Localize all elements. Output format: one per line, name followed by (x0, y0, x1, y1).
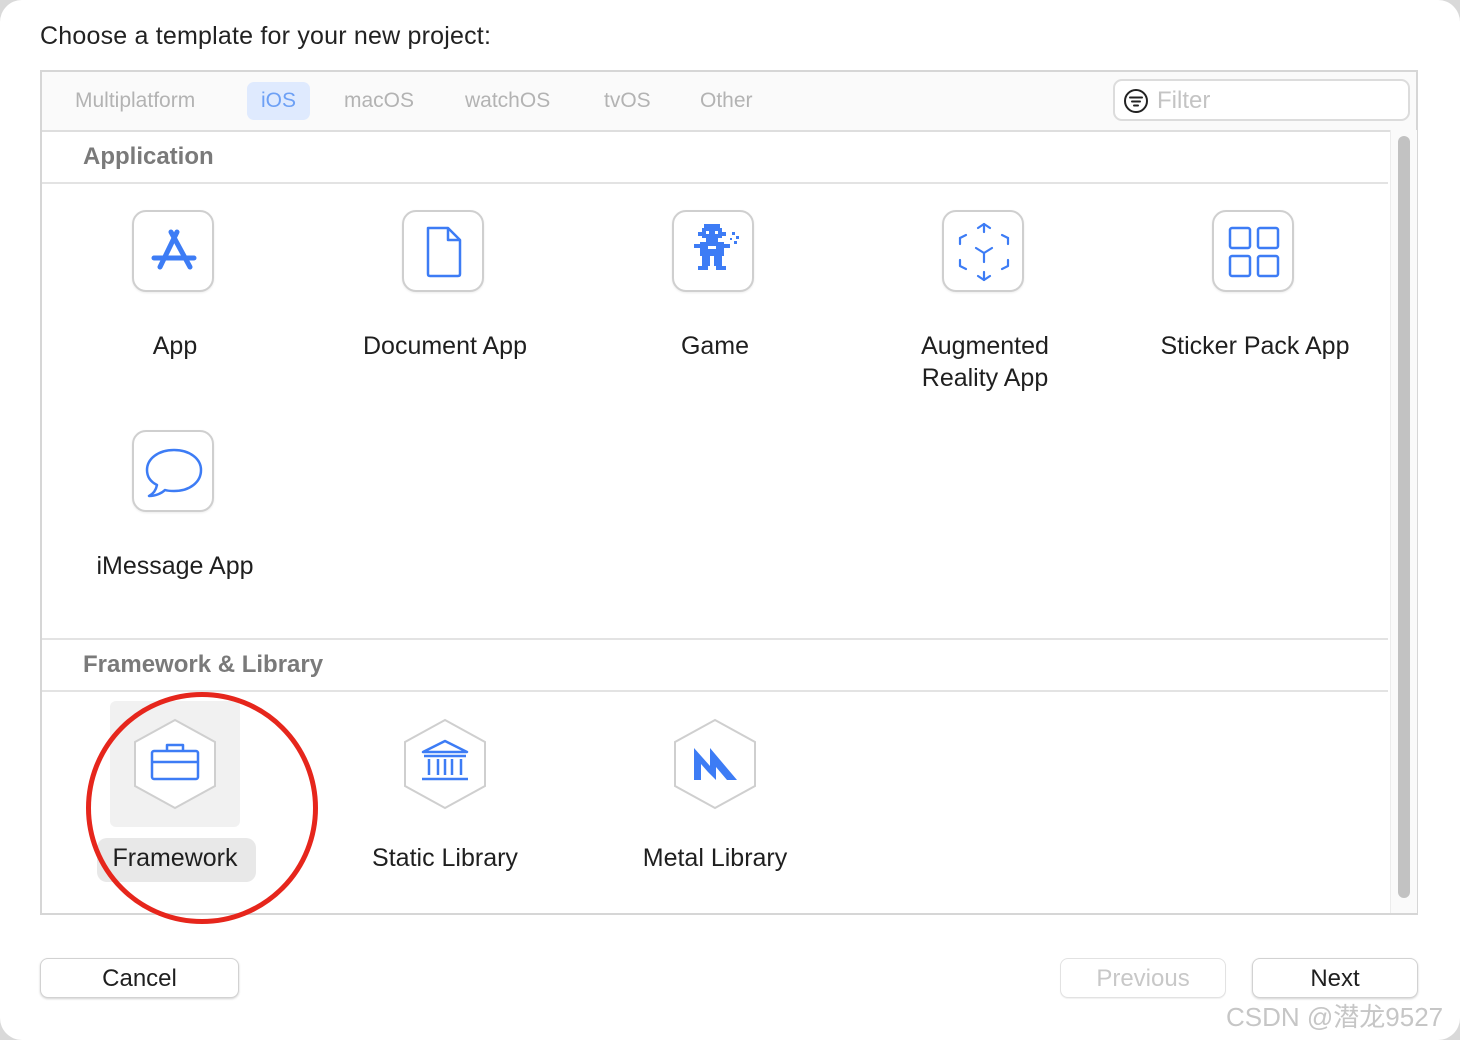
template-label: iMessage App (96, 552, 254, 580)
section-title: Application (83, 143, 214, 170)
grid-icon (1212, 210, 1294, 292)
document-icon (402, 210, 484, 292)
annotation-circle (86, 692, 318, 924)
next-button[interactable]: Next (1252, 958, 1418, 998)
tab-macos[interactable]: macOS (330, 82, 428, 120)
template-label: Metal Library (642, 844, 788, 872)
template-sticker-pack-app[interactable]: Sticker Pack App (1140, 210, 1370, 370)
template-metal-library[interactable]: Metal Library (600, 717, 830, 877)
speech-bubble-icon (132, 430, 214, 512)
metal-icon (672, 717, 758, 811)
library-building-icon (402, 717, 488, 811)
section-header-application: Application (42, 132, 1388, 184)
template-game[interactable]: Game (600, 210, 830, 370)
template-document-app[interactable]: Document App (330, 210, 560, 370)
platform-tab-bar: Multiplatform iOS macOS watchOS tvOS Oth… (42, 72, 1416, 132)
vertical-scrollbar[interactable] (1390, 130, 1417, 913)
template-label: Document App (363, 332, 527, 360)
scrollbar-thumb[interactable] (1398, 136, 1410, 898)
template-static-library[interactable]: Static Library (330, 717, 560, 877)
dialog-heading: Choose a template for your new project: (40, 22, 492, 50)
tab-watchos[interactable]: watchOS (451, 82, 564, 120)
template-imessage-app[interactable]: iMessage App (60, 430, 290, 590)
app-store-icon (132, 210, 214, 292)
tab-other[interactable]: Other (686, 82, 767, 120)
template-augmented-reality-app[interactable]: Augmented Reality App (870, 210, 1100, 400)
tab-ios[interactable]: iOS (247, 82, 311, 120)
filter-icon (1123, 88, 1149, 114)
template-label-line1: Augmented (921, 332, 1049, 360)
section-header-framework-library: Framework & Library (42, 638, 1388, 692)
template-label-line2: Reality App (921, 364, 1049, 392)
new-project-dialog: Choose a template for your new project: … (0, 0, 1460, 1040)
template-label: Game (680, 332, 750, 360)
section-title: Framework & Library (83, 651, 324, 678)
template-app[interactable]: App (60, 210, 290, 370)
tab-multiplatform[interactable]: Multiplatform (61, 82, 209, 120)
previous-button[interactable]: Previous (1060, 958, 1226, 998)
cancel-button[interactable]: Cancel (40, 958, 239, 998)
filter-field[interactable] (1113, 79, 1410, 121)
ar-cube-icon (942, 210, 1024, 292)
template-label: Sticker Pack App (1160, 332, 1350, 360)
template-label: App (152, 332, 198, 360)
filter-input[interactable] (1155, 83, 1399, 119)
watermark-text: CSDN @潜龙9527 (1226, 1002, 1444, 1032)
template-label: Static Library (372, 844, 518, 872)
game-character-icon (672, 210, 754, 292)
tab-tvos[interactable]: tvOS (590, 82, 665, 120)
